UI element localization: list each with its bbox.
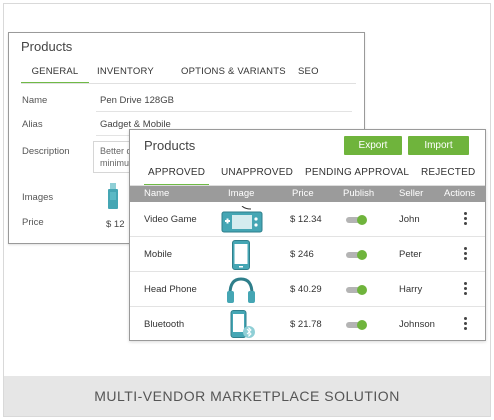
table-row[interactable]: Bluetooth $ 21.78 Johnson — [130, 308, 485, 342]
column-header-publish[interactable]: Publish — [343, 188, 374, 199]
more-actions-icon[interactable] — [464, 247, 468, 262]
product-name: Video Game — [144, 214, 197, 225]
tab-unapproved[interactable]: UNAPPROVED — [221, 167, 293, 186]
tab-divider — [21, 83, 356, 84]
table-header: Name Image Price Publish Seller Actions — [130, 186, 485, 202]
caption-bar: MULTI-VENDOR MARKETPLACE SOLUTION — [4, 376, 490, 416]
product-price: $ 40.29 — [290, 284, 322, 295]
front-panel-title: Products — [144, 138, 196, 153]
publish-toggle[interactable] — [346, 285, 368, 295]
price-field[interactable]: $ 12 — [106, 219, 125, 230]
column-header-image[interactable]: Image — [228, 188, 254, 199]
tab-general[interactable]: GENERAL — [21, 63, 89, 84]
publish-toggle[interactable] — [346, 215, 368, 225]
product-list-panel: Products Export Import APPROVED UNAPPROV… — [129, 129, 486, 341]
product-name: Bluetooth — [144, 319, 185, 330]
caption-text: MULTI-VENDOR MARKETPLACE SOLUTION — [94, 388, 400, 404]
table-row[interactable]: Video Game $ 12.34 John — [130, 203, 485, 237]
tab-approved[interactable]: APPROVED — [144, 167, 210, 186]
more-actions-icon[interactable] — [464, 317, 468, 332]
column-header-actions[interactable]: Actions — [444, 188, 475, 199]
seller-name: Peter — [399, 249, 422, 260]
product-name: Mobile — [144, 249, 172, 260]
back-panel-title: Products — [21, 39, 73, 54]
name-field[interactable]: Pen Drive 128GB — [100, 95, 174, 106]
tab-inventory[interactable]: INVENTORY — [97, 63, 154, 84]
tab-rejected[interactable]: REJECTED — [421, 167, 475, 186]
headphones-icon — [227, 277, 255, 303]
product-edit-tabs: GENERAL INVENTORY OPTIONS & VARIANTS SEO — [9, 63, 355, 85]
alias-label: Alias — [22, 119, 43, 130]
images-label: Images — [22, 192, 54, 203]
publish-toggle[interactable] — [346, 320, 368, 330]
table-row[interactable]: Head Phone $ 40.29 Harry — [130, 273, 485, 307]
import-button[interactable]: Import — [408, 136, 469, 155]
tab-options-variants[interactable]: OPTIONS & VARIANTS — [181, 63, 286, 84]
seller-name: John — [399, 214, 420, 225]
product-price: $ 21.78 — [290, 319, 322, 330]
bluetooth-phone-icon — [230, 310, 255, 338]
usb-drive-icon[interactable] — [107, 183, 119, 211]
description-label: Description — [22, 146, 70, 157]
price-label: Price — [22, 217, 44, 228]
product-price: $ 12.34 — [290, 214, 322, 225]
approval-tabs: APPROVED UNAPPROVED PENDING APPROVAL REJ… — [130, 164, 487, 186]
smartphone-icon — [232, 240, 250, 270]
name-label: Name — [22, 95, 48, 106]
tab-pending-approval[interactable]: PENDING APPROVAL — [305, 167, 409, 186]
product-name: Head Phone — [144, 284, 197, 295]
publish-toggle[interactable] — [346, 250, 368, 260]
more-actions-icon[interactable] — [464, 282, 468, 297]
column-header-price[interactable]: Price — [292, 188, 314, 199]
column-header-name[interactable]: Name — [144, 188, 169, 199]
column-header-seller[interactable]: Seller — [399, 188, 423, 199]
tab-seo[interactable]: SEO — [298, 63, 319, 84]
name-field-underline — [96, 111, 352, 112]
seller-name: Johnson — [399, 319, 435, 330]
export-button[interactable]: Export — [344, 136, 402, 155]
product-price: $ 246 — [290, 249, 314, 260]
table-row[interactable]: Mobile $ 246 Peter — [130, 238, 485, 272]
gamepad-icon — [221, 206, 263, 233]
more-actions-icon[interactable] — [464, 212, 468, 227]
seller-name: Harry — [399, 284, 423, 295]
